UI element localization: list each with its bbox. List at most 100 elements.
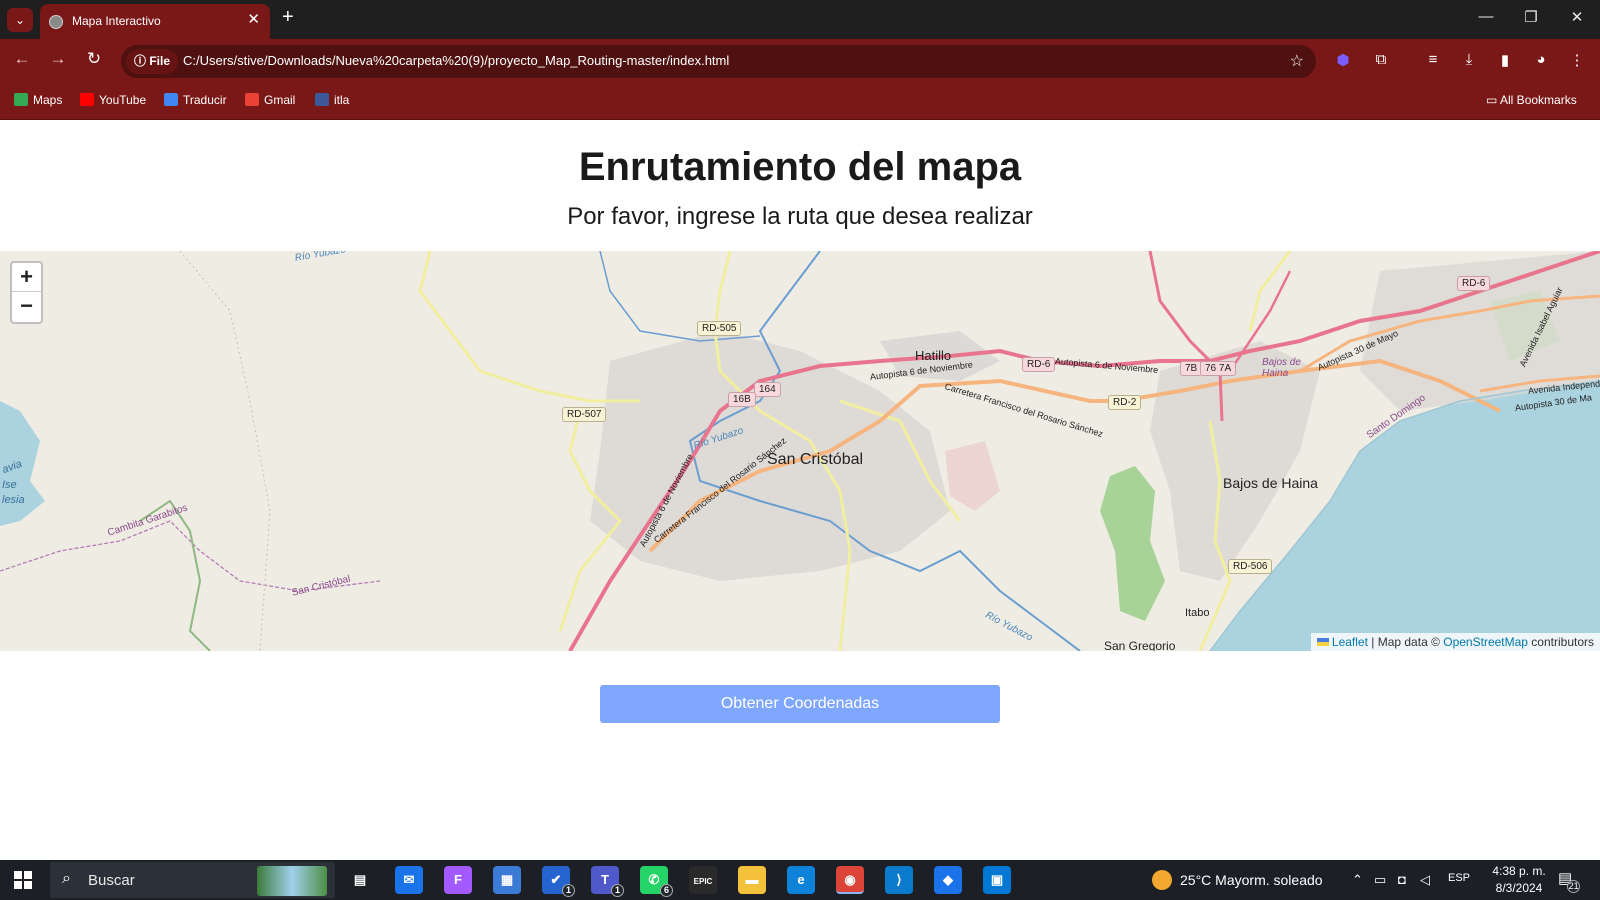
taskbar-app-file-explorer[interactable]: ▬ xyxy=(738,866,766,894)
taskbar-app-epic-games[interactable]: EPIC xyxy=(689,866,717,894)
clock-date[interactable]: 8/3/2024 xyxy=(1484,881,1554,895)
volume-icon[interactable]: ◁ xyxy=(1420,872,1430,888)
bookmark-label: Traducir xyxy=(183,93,227,107)
new-tab-button[interactable]: + xyxy=(282,6,294,29)
taskbar-app-todo[interactable]: ✔ 1 xyxy=(542,866,575,897)
page-subtitle: Por favor, ingrese la ruta que desea rea… xyxy=(567,203,1033,230)
itla-icon xyxy=(315,93,329,106)
menu-dots-icon[interactable]: ⋮ xyxy=(1566,51,1588,69)
interactive-map[interactable]: + − Hatillo San Cristóbal Bajos de Haina… xyxy=(0,251,1600,651)
copilot-icon: ◆ xyxy=(943,872,953,887)
leaflet-link[interactable]: Leaflet xyxy=(1332,635,1368,649)
bookmark-label: Maps xyxy=(33,93,63,107)
extensions-puzzle-icon[interactable]: ⧉ xyxy=(1370,51,1392,68)
map-attribution: Leaflet | Map data © OpenStreetMap contr… xyxy=(1310,633,1600,651)
youtube-icon xyxy=(80,93,94,106)
osm-link[interactable]: OpenStreetMap xyxy=(1443,635,1528,649)
place-label: Itabo xyxy=(1185,607,1210,619)
weather-sun-icon[interactable] xyxy=(1152,870,1172,890)
figma-icon: F xyxy=(454,872,462,887)
language-indicator[interactable]: ESP xyxy=(1448,872,1470,884)
download-icon[interactable]: ⤓ xyxy=(1458,51,1480,68)
whatsapp-icon: ✆ xyxy=(648,872,660,887)
search-icon: ⌕ xyxy=(62,870,71,887)
taskbar-app-mail[interactable]: ✉ xyxy=(395,866,423,894)
camera-icon[interactable]: ◘ xyxy=(1398,872,1406,887)
taskbar-search[interactable]: ⌕ Buscar xyxy=(50,862,335,898)
taskbar-app-whatsapp[interactable]: ✆ 6 xyxy=(640,866,673,897)
road-shield: 16B xyxy=(728,392,756,407)
tab-search-button[interactable]: ⌄ xyxy=(7,8,33,32)
taskbar-app-figma[interactable]: F xyxy=(444,866,472,894)
zoom-out-button[interactable]: − xyxy=(12,292,41,321)
back-button[interactable]: ← xyxy=(10,49,34,69)
edge-icon: e xyxy=(797,872,805,887)
chevron-down-icon: ⌄ xyxy=(14,13,26,27)
bookmark-itla[interactable]: itla xyxy=(315,93,349,107)
minimize-button[interactable]: — xyxy=(1471,8,1501,25)
chevron-up-icon[interactable]: ⌃ xyxy=(1352,872,1363,888)
network-icon[interactable]: ▭ xyxy=(1374,872,1386,888)
extension-hexagon-icon[interactable]: ⬢ xyxy=(1332,51,1354,69)
whatsapp-badge: 6 xyxy=(660,884,673,897)
search-placeholder: Buscar xyxy=(88,872,135,889)
place-label: Ise xyxy=(2,479,17,491)
translate-icon xyxy=(164,93,178,106)
mail-icon: ✉ xyxy=(403,872,415,887)
taskbar-app-chrome[interactable]: ◉ xyxy=(836,866,864,894)
reload-button[interactable]: ↻ xyxy=(82,49,106,69)
taskbar-app-copilot[interactable]: ◆ xyxy=(934,866,962,894)
bookmark-star-icon[interactable]: ☆ xyxy=(1290,51,1304,71)
get-coordinates-button[interactable]: Obtener Coordenadas xyxy=(600,685,1000,723)
bookmark-maps[interactable]: Maps xyxy=(14,93,62,107)
file-explorer-icon: ▬ xyxy=(745,872,759,887)
taskbar-app-remote-desktop[interactable]: ▣ xyxy=(983,866,1011,894)
close-window-button[interactable]: ✕ xyxy=(1562,8,1592,26)
info-icon: ⓘ xyxy=(134,54,150,68)
road-shield: RD-6 xyxy=(1457,276,1491,291)
bookmark-label: itla xyxy=(334,93,350,107)
road-shield: 164 xyxy=(754,382,781,397)
road-shield: 76 7A xyxy=(1200,361,1237,376)
tab-title: Mapa Interactivo xyxy=(72,14,161,28)
weather-text[interactable]: 25°C Mayorm. soleado xyxy=(1180,872,1323,888)
road-shield: RD-6 xyxy=(1022,357,1056,372)
search-highlight-image xyxy=(257,866,327,896)
all-bookmarks-button[interactable]: ▭ All Bookmarks xyxy=(1486,93,1577,107)
profile-avatar[interactable]: ◕ xyxy=(1530,51,1552,68)
bookmark-label: YouTube xyxy=(99,93,147,107)
windows-taskbar: ⌕ Buscar ▤ ✉ F ▦ ✔ 1 T 1 ✆ 6 EPIC ▬ e ◉ ⟩ ◆ ▣ 25°C Mayor… xyxy=(0,860,1600,900)
side-panel-icon[interactable]: ▮ xyxy=(1494,51,1516,69)
road-shield: RD-507 xyxy=(562,407,607,422)
place-label: Bajos de Haina xyxy=(1262,357,1301,379)
close-tab-icon[interactable]: ✕ xyxy=(247,10,260,28)
zoom-in-button[interactable]: + xyxy=(12,263,41,292)
bookmark-traducir[interactable]: Traducir xyxy=(164,93,227,107)
epic-games-icon: EPIC xyxy=(693,877,713,886)
taskbar-app-edge[interactable]: e xyxy=(787,866,815,894)
tab-mapa-interactivo[interactable]: Mapa Interactivo ✕ xyxy=(40,4,270,39)
restore-button[interactable]: ❐ xyxy=(1516,8,1546,26)
taskbar-app-task-view[interactable]: ▤ xyxy=(346,866,374,894)
globe-icon xyxy=(49,15,63,29)
bookmark-youtube[interactable]: YouTube xyxy=(80,93,146,107)
clock-time[interactable]: 4:38 p. m. xyxy=(1484,864,1554,878)
address-bar[interactable]: ⓘ File C:/Users/stive/Downloads/Nueva%20… xyxy=(121,45,1316,78)
taskbar-app-teams[interactable]: T1 xyxy=(591,866,624,897)
place-label: Bajos de Haina xyxy=(1223,475,1318,491)
taskbar-app-store[interactable]: ▦ xyxy=(493,866,521,894)
folder-icon: ▭ xyxy=(1486,93,1501,107)
vscode-icon: ⟩ xyxy=(896,872,902,887)
browser-toolbar: ← → ↻ ⓘ File C:/Users/stive/Downloads/Nu… xyxy=(0,39,1600,84)
taskbar-app-vscode[interactable]: ⟩ xyxy=(885,866,913,894)
forward-button[interactable]: → xyxy=(46,49,70,69)
media-queue-icon[interactable]: ≡ xyxy=(1422,51,1444,68)
windows-start-button[interactable] xyxy=(14,871,32,889)
notification-center[interactable]: ▤ 21 xyxy=(1558,869,1581,893)
teams-icon: T xyxy=(601,872,609,887)
site-info-chip[interactable]: ⓘ File xyxy=(126,49,179,74)
url-text[interactable]: C:/Users/stive/Downloads/Nueva%20carpeta… xyxy=(183,53,729,68)
attribution-separator: | Map data © xyxy=(1367,635,1444,649)
bookmark-gmail[interactable]: Gmail xyxy=(245,93,295,107)
file-chip-label: File xyxy=(149,54,171,68)
